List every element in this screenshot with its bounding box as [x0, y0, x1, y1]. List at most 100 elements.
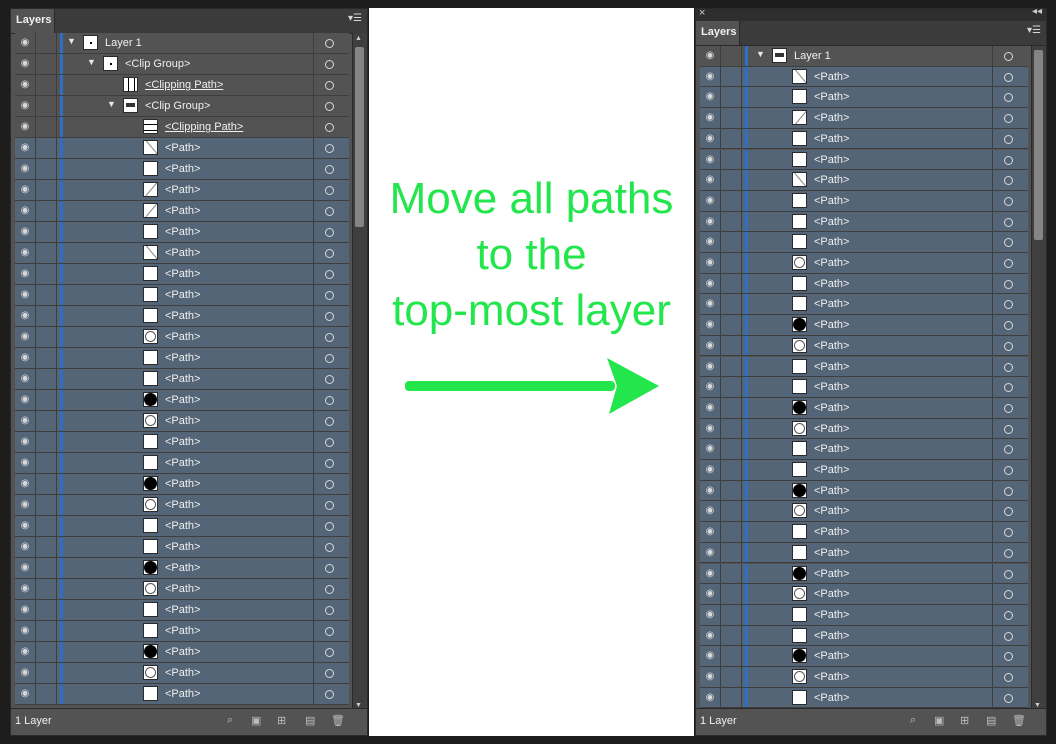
eye-icon[interactable]: ◉: [700, 460, 721, 480]
path-row[interactable]: ◉ <Path>: [15, 684, 349, 705]
lock-toggle[interactable]: [36, 159, 57, 179]
layer-name[interactable]: <Path>: [165, 394, 200, 406]
layer-name[interactable]: <Path>: [814, 216, 849, 228]
target-icon[interactable]: [325, 81, 334, 90]
scrollbar[interactable]: ▼: [1031, 46, 1046, 711]
lock-toggle[interactable]: [721, 418, 742, 439]
target-icon[interactable]: [1004, 383, 1013, 393]
lock-toggle[interactable]: [721, 667, 742, 687]
path-row[interactable]: ◉ <Path>: [15, 663, 349, 684]
path-row[interactable]: ◉ <Path>: [15, 495, 349, 516]
layer-name[interactable]: <Clip Group>: [125, 58, 190, 70]
eye-icon[interactable]: ◉: [15, 222, 36, 242]
layer-name[interactable]: <Path>: [165, 541, 200, 553]
lock-toggle[interactable]: [721, 66, 742, 87]
target-icon[interactable]: [325, 606, 334, 615]
path-row[interactable]: ◉ <Path>: [700, 542, 1028, 564]
layers-tab[interactable]: Layers: [696, 21, 740, 45]
path-row[interactable]: ◉ <Path>: [15, 222, 349, 243]
path-row[interactable]: ◉ <Path>: [15, 243, 349, 264]
make-clipping-mask-icon[interactable]: ▣: [251, 714, 261, 727]
lock-toggle[interactable]: [36, 684, 57, 704]
target-icon[interactable]: [1004, 72, 1013, 82]
lock-toggle[interactable]: [721, 522, 742, 542]
lock-toggle[interactable]: [721, 542, 742, 563]
target-icon[interactable]: [1004, 445, 1013, 455]
eye-icon[interactable]: ◉: [700, 563, 721, 584]
layer-name[interactable]: <Path>: [814, 298, 849, 310]
clipping-path-row[interactable]: ◉ <Clipping Path>: [15, 75, 349, 96]
eye-icon[interactable]: ◉: [15, 180, 36, 200]
scroll-up-icon[interactable]: ▲: [355, 35, 362, 42]
lock-toggle[interactable]: [721, 356, 742, 377]
target-icon[interactable]: [1004, 569, 1013, 579]
layer-name[interactable]: <Path>: [814, 195, 849, 207]
layer-name[interactable]: <Path>: [814, 505, 849, 517]
target-icon[interactable]: [1004, 548, 1013, 558]
eye-icon[interactable]: ◉: [15, 75, 36, 95]
trash-icon[interactable]: 🗑: [1012, 714, 1026, 727]
layer-name[interactable]: <Path>: [814, 485, 849, 497]
eye-icon[interactable]: ◉: [700, 542, 721, 563]
layer-name[interactable]: <Path>: [165, 226, 200, 238]
target-icon[interactable]: [325, 312, 334, 321]
lock-toggle[interactable]: [36, 54, 57, 74]
eye-icon[interactable]: ◉: [15, 33, 36, 53]
layer-row[interactable]: ◉ ▼ Layer 1: [15, 33, 349, 54]
lock-toggle[interactable]: [721, 604, 742, 625]
eye-icon[interactable]: ◉: [15, 432, 36, 452]
target-icon[interactable]: [325, 522, 334, 531]
path-row[interactable]: ◉ <Path>: [700, 273, 1028, 295]
layer-name[interactable]: <Path>: [814, 692, 849, 704]
layer-name[interactable]: <Path>: [814, 650, 849, 662]
layer-name[interactable]: <Path>: [165, 205, 200, 217]
path-row[interactable]: ◉ <Path>: [700, 149, 1028, 171]
layer-name[interactable]: <Path>: [814, 112, 849, 124]
target-icon[interactable]: [1004, 466, 1013, 475]
lock-toggle[interactable]: [36, 390, 57, 410]
path-row[interactable]: ◉ <Path>: [700, 625, 1028, 647]
path-row[interactable]: ◉ <Path>: [700, 335, 1028, 357]
path-row[interactable]: ◉ <Path>: [700, 604, 1028, 626]
lock-toggle[interactable]: [721, 46, 742, 66]
path-row[interactable]: ◉ <Path>: [700, 108, 1028, 129]
target-icon[interactable]: [325, 501, 334, 510]
lock-toggle[interactable]: [36, 432, 57, 452]
lock-toggle[interactable]: [721, 646, 742, 666]
target-icon[interactable]: [325, 375, 334, 384]
target-icon[interactable]: [1004, 300, 1013, 310]
path-row[interactable]: ◉ <Path>: [15, 369, 349, 390]
eye-icon[interactable]: ◉: [15, 684, 36, 704]
layer-name[interactable]: <Path>: [814, 609, 849, 621]
scroll-thumb[interactable]: [1034, 50, 1043, 240]
layer-name[interactable]: <Path>: [814, 154, 849, 166]
create-sublayer-icon[interactable]: ⊞: [960, 714, 969, 727]
eye-icon[interactable]: ◉: [700, 190, 721, 211]
make-clipping-mask-icon[interactable]: ▣: [934, 714, 944, 727]
lock-toggle[interactable]: [36, 579, 57, 599]
target-icon[interactable]: [325, 186, 334, 195]
lock-toggle[interactable]: [721, 87, 742, 108]
path-row[interactable]: ◉ <Path>: [15, 201, 349, 222]
lock-toggle[interactable]: [36, 474, 57, 494]
eye-icon[interactable]: ◉: [15, 663, 36, 683]
layer-name[interactable]: <Path>: [814, 526, 849, 538]
eye-icon[interactable]: ◉: [15, 264, 36, 284]
layer-name[interactable]: Layer 1: [794, 50, 831, 62]
lock-toggle[interactable]: [721, 687, 742, 708]
path-row[interactable]: ◉ <Path>: [15, 159, 349, 180]
eye-icon[interactable]: ◉: [700, 211, 721, 232]
lock-toggle[interactable]: [36, 663, 57, 683]
lock-toggle[interactable]: [721, 211, 742, 232]
target-icon[interactable]: [1004, 610, 1013, 620]
lock-toggle[interactable]: [36, 243, 57, 263]
path-row[interactable]: ◉ <Path>: [15, 285, 349, 306]
clip-group-row[interactable]: ◉ ▼ <Clip Group>: [15, 54, 349, 75]
eye-icon[interactable]: ◉: [700, 253, 721, 273]
trash-icon[interactable]: 🗑: [331, 714, 345, 727]
disclosure-triangle-icon[interactable]: ▼: [756, 49, 765, 59]
eye-icon[interactable]: ◉: [15, 495, 36, 515]
layer-name[interactable]: <Path>: [165, 646, 200, 658]
target-icon[interactable]: [1004, 155, 1013, 165]
eye-icon[interactable]: ◉: [15, 159, 36, 179]
